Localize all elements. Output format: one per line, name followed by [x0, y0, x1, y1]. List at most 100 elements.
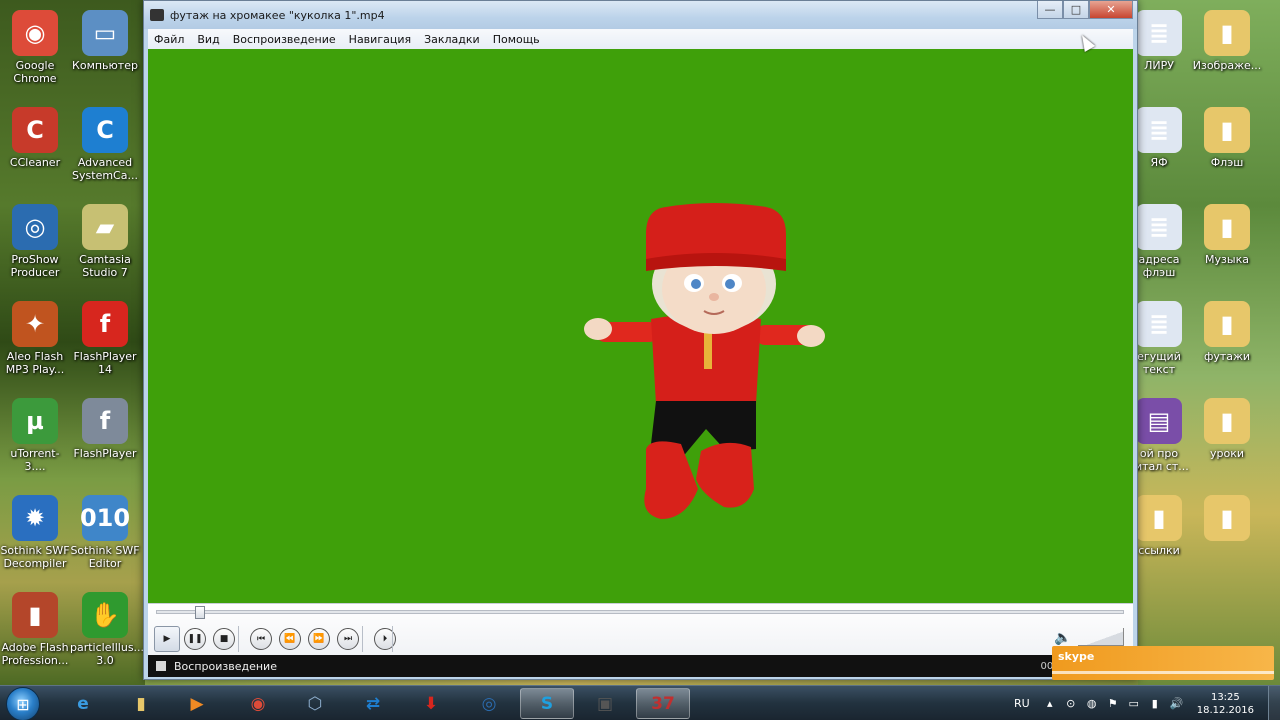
desktop-icon-left-3[interactable]: C Advanced SystemCa...: [70, 107, 140, 182]
desktop-icon-left-0[interactable]: ◉ Google Chrome: [0, 10, 70, 85]
desktop-icon-left-7[interactable]: f FlashPlayer 14: [70, 301, 140, 376]
show-desktop-button[interactable]: [1268, 686, 1280, 720]
taskbar-network[interactable]: ⬡: [288, 688, 342, 719]
desktop-icon-right-3[interactable]: ▮ Флэш: [1192, 107, 1262, 169]
desktop-icon-label: Компьютер: [72, 59, 138, 72]
system-tray: RU ▴ ⊙ ◍ ⚑ ▭ ▮ 🔊 13:25 18.12.2016: [1014, 686, 1280, 720]
desktop-icon-label: Sothink SWF Decompiler: [0, 544, 70, 570]
desktop-icon-right-1[interactable]: ▮ Изображе...: [1192, 10, 1262, 72]
desktop-icon-label: uTorrent-3....: [10, 447, 60, 473]
desktop-icon-left-12[interactable]: ▮ Adobe Flash Profession...: [0, 592, 70, 667]
tray-monitor-icon[interactable]: ▭: [1128, 697, 1140, 710]
taskbar-explorer[interactable]: ▮: [114, 688, 168, 719]
playback-controls: ▶ ❚❚ ■ ⏮ ⏪ ⏩ ⏭ ⏵ 🔈: [148, 603, 1133, 655]
tray-network-icon[interactable]: ⊙: [1065, 697, 1077, 710]
clock[interactable]: 13:25 18.12.2016: [1197, 691, 1254, 717]
tray-arrow-icon[interactable]: ▴: [1044, 697, 1056, 710]
pause-button[interactable]: ❚❚: [184, 628, 206, 650]
windows-logo-icon: ⊞: [16, 694, 30, 714]
ie-icon: e: [77, 693, 89, 714]
desktop-icon-left-9[interactable]: f FlashPlayer: [70, 398, 140, 460]
desktop-icon-left-2[interactable]: C CCleaner: [0, 107, 70, 169]
desktop-icon-left-5[interactable]: ▰ Camtasia Studio 7: [70, 204, 140, 279]
start-button[interactable]: ⊞: [6, 687, 40, 720]
maximize-button[interactable]: □: [1063, 1, 1089, 19]
close-button[interactable]: ✕: [1089, 1, 1133, 19]
taskbar-skype[interactable]: S: [520, 688, 574, 719]
desktop-icon-left-13[interactable]: ✋ particleIllus... 3.0: [70, 592, 144, 667]
media-player-icon: ▶: [190, 693, 204, 714]
desktop-icon-left-11[interactable]: 010 Sothink SWF Editor: [70, 495, 140, 570]
fast-forward-button[interactable]: ⏩: [308, 628, 330, 650]
taskbar-player[interactable]: 37: [636, 688, 690, 719]
menu-item-4[interactable]: Закладки: [424, 33, 480, 46]
menu-item-0[interactable]: Файл: [154, 33, 184, 46]
flashplayer-icon: f: [82, 301, 128, 347]
folder-icon: ▮: [1204, 398, 1250, 444]
rewind-button[interactable]: ⏪: [279, 628, 301, 650]
desktop-icon-label: FlashPlayer 14: [73, 350, 137, 376]
desktop-icon-left-4[interactable]: ◎ ProShow Producer: [0, 204, 70, 279]
desktop-icon-left-6[interactable]: ✦ Aleo Flash MP3 Play...: [0, 301, 70, 376]
folder-icon: ▮: [1204, 107, 1250, 153]
download-icon: ⬇: [423, 693, 439, 714]
play-button[interactable]: ▶: [154, 626, 180, 652]
camcorder-icon: ▣: [596, 693, 614, 714]
status-icon: [156, 661, 166, 671]
menu-item-1[interactable]: Вид: [197, 33, 219, 46]
desktop-icon-label: Google Chrome: [13, 59, 57, 85]
camtasia-icon: ▰: [82, 204, 128, 250]
volume-icon[interactable]: 🔈: [1054, 630, 1071, 646]
desktop-icon-label: Sothink SWF Editor: [70, 544, 140, 570]
desktop-icon-label: ProShow Producer: [10, 253, 60, 279]
desktop-icon-left-8[interactable]: µ uTorrent-3....: [0, 398, 70, 473]
player-app-icon[interactable]: [150, 9, 164, 21]
taskbar-ie[interactable]: e: [56, 688, 110, 719]
seek-bar[interactable]: [156, 606, 1124, 619]
next-button[interactable]: ⏭: [337, 628, 359, 650]
desktop-icon-right-7[interactable]: ▮ футажи: [1192, 301, 1262, 363]
taskbar-media-player[interactable]: ▶: [170, 688, 224, 719]
desktop-icon-right-5[interactable]: ▮ Музыка: [1192, 204, 1262, 266]
taskbar: ⊞ e ▮ ▶ ◉ ⬡ ⇄ ⬇ ◎ S ▣ 37 RU ▴ ⊙ ◍ ⚑ ▭ ▮ 🔊 13:25 18…: [0, 685, 1280, 720]
stop-button[interactable]: ■: [213, 628, 235, 650]
taskbar-teamviewer[interactable]: ⇄: [346, 688, 400, 719]
particle-illusion-icon: ✋: [82, 592, 128, 638]
control-separator: [238, 626, 239, 652]
desktop-icon-label: футажи: [1203, 350, 1251, 363]
taskbar-proshow[interactable]: ◎: [462, 688, 516, 719]
folder-icon: ▮: [1204, 495, 1250, 541]
control-separator: [392, 626, 393, 652]
previous-button[interactable]: ⏮: [250, 628, 272, 650]
player-window: футаж на хромакее "куколка 1".mp4 — □ ✕ …: [143, 0, 1138, 680]
volume-slider[interactable]: [1078, 628, 1124, 646]
tray-power-icon[interactable]: ▮: [1149, 697, 1161, 710]
chrome-icon: ◉: [12, 10, 58, 56]
desktop-icon-right-9[interactable]: ▮ уроки: [1192, 398, 1262, 460]
taskbar-chrome[interactable]: ◉: [231, 688, 285, 719]
desktop-icon-left-1[interactable]: ▭ Компьютер: [70, 10, 140, 72]
title-bar[interactable]: футаж на хромакее "куколка 1".mp4 — □ ✕: [144, 1, 1137, 29]
teamviewer-icon: ⇄: [365, 693, 381, 714]
folder-icon: ▮: [1136, 495, 1182, 541]
seek-thumb[interactable]: [195, 606, 206, 619]
ccleaner-icon: C: [12, 107, 58, 153]
taskbar-downloader[interactable]: ⬇: [404, 688, 458, 719]
desktop-icon-left-10[interactable]: ✹ Sothink SWF Decompiler: [0, 495, 70, 570]
desktop-icon-right-11[interactable]: ▮: [1192, 495, 1262, 544]
menu-item-3[interactable]: Навигация: [349, 33, 411, 46]
video-area[interactable]: [148, 49, 1133, 603]
menu-item-5[interactable]: Помощь: [493, 33, 540, 46]
proshow-icon: ◎: [12, 204, 58, 250]
window-buttons: — □ ✕: [1037, 1, 1133, 19]
menu-item-2[interactable]: Воспроизведение: [233, 33, 336, 46]
folder-icon: ▮: [136, 693, 146, 714]
taskbar-camcorder[interactable]: ▣: [578, 688, 632, 719]
tray-volume-icon[interactable]: 🔊: [1170, 697, 1184, 710]
tray-flag-icon[interactable]: ⚑: [1107, 697, 1119, 710]
desktop-icon-label: Музыка: [1205, 253, 1249, 266]
skype-notification[interactable]: skype: [1052, 646, 1274, 680]
minimize-button[interactable]: —: [1037, 1, 1063, 19]
language-indicator[interactable]: RU: [1014, 697, 1030, 710]
tray-skype-icon[interactable]: ◍: [1086, 697, 1098, 710]
